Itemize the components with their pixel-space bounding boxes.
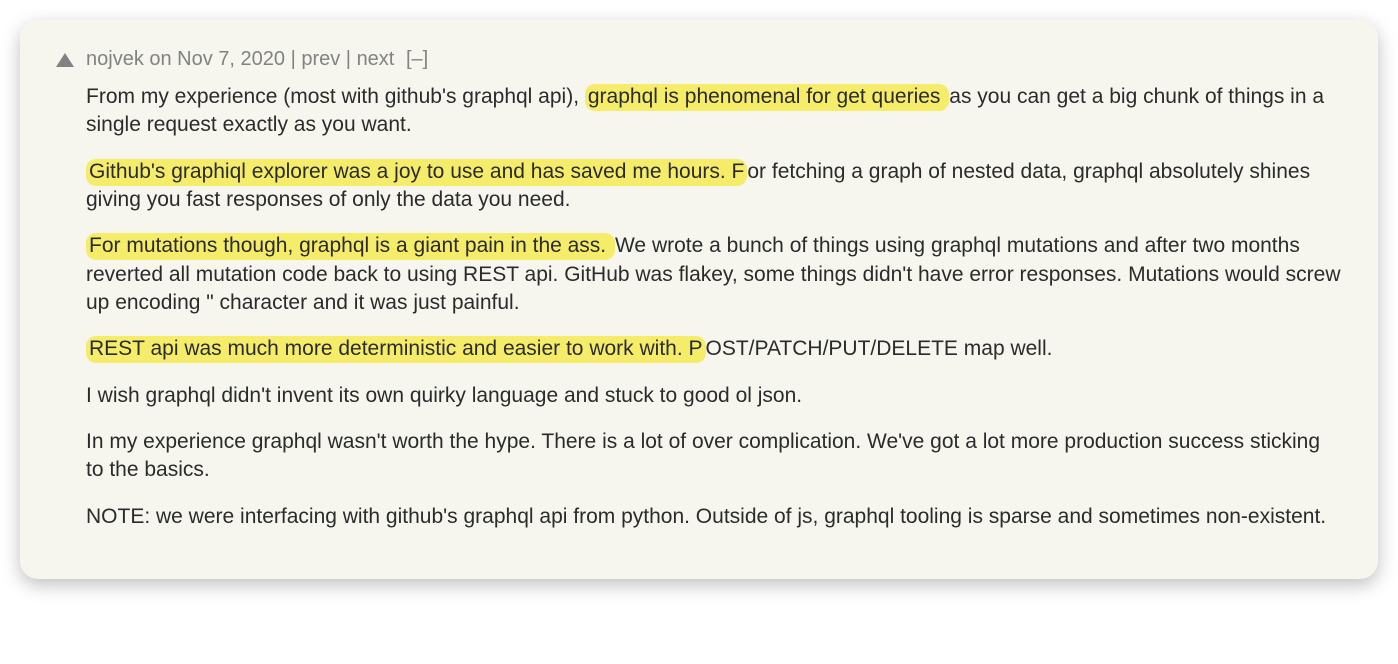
separator: | <box>340 48 356 70</box>
separator: | <box>285 48 301 70</box>
author-link[interactable]: nojvek <box>86 48 144 70</box>
meta-on: on <box>144 48 177 70</box>
paragraph: I wish graphql didn't invent its own qui… <box>86 382 1342 410</box>
highlight: For mutations though, graphql is a giant… <box>86 233 615 260</box>
highlight: graphql is phenomenal for get queries <box>585 84 949 111</box>
prev-link[interactable]: prev <box>301 48 340 70</box>
text: From my experience (most with github's g… <box>86 85 585 108</box>
upvote-icon[interactable] <box>56 53 74 67</box>
collapse-toggle[interactable]: [–] <box>406 48 428 70</box>
text: OST/PATCH/PUT/DELETE map well. <box>706 337 1053 360</box>
paragraph: NOTE: we were interfacing with github's … <box>86 503 1342 531</box>
comment-body: From my experience (most with github's g… <box>86 83 1342 531</box>
next-link[interactable]: next <box>357 48 395 70</box>
paragraph: For mutations though, graphql is a giant… <box>86 232 1342 317</box>
comment-meta: nojvek on Nov 7, 2020 | prev | next [–] <box>56 48 1342 71</box>
comment-date: Nov 7, 2020 <box>177 48 285 70</box>
highlight: REST api was much more deterministic and… <box>86 336 706 363</box>
paragraph: In my experience graphql wasn't worth th… <box>86 428 1342 485</box>
highlight: Github's graphiql explorer was a joy to … <box>86 159 747 186</box>
paragraph: Github's graphiql explorer was a joy to … <box>86 158 1342 215</box>
paragraph: REST api was much more deterministic and… <box>86 335 1342 363</box>
comment-card: nojvek on Nov 7, 2020 | prev | next [–] … <box>20 20 1378 579</box>
paragraph: From my experience (most with github's g… <box>86 83 1342 140</box>
